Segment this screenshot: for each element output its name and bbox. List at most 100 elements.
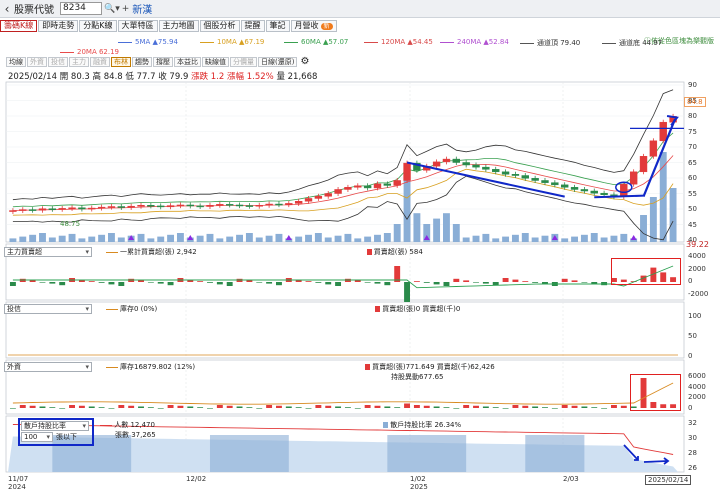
volume-bar bbox=[9, 238, 17, 242]
volume-bar bbox=[659, 152, 667, 242]
candle-body bbox=[649, 140, 658, 157]
volume-bar bbox=[98, 234, 106, 242]
price-tick: 70 bbox=[688, 143, 697, 151]
volume-bar bbox=[39, 233, 46, 242]
candle-body bbox=[196, 205, 204, 208]
candle-body bbox=[403, 162, 411, 181]
panel1-bar bbox=[335, 282, 342, 286]
candle-body bbox=[176, 204, 185, 207]
panel1-cumulative-line bbox=[12, 265, 674, 289]
panel3-bar bbox=[542, 407, 548, 408]
panel3-bar bbox=[532, 406, 539, 408]
candle-body bbox=[511, 174, 520, 176]
panel3-bar bbox=[335, 406, 342, 408]
panel-tick: 0 bbox=[688, 352, 693, 360]
panel3-bar bbox=[551, 408, 558, 409]
retail-weekly-block bbox=[387, 435, 467, 472]
panel-tick: 4000 bbox=[688, 382, 706, 391]
candle-body bbox=[216, 204, 224, 206]
panel3-bar bbox=[226, 405, 233, 408]
panel1-bar bbox=[561, 278, 568, 282]
candle-body bbox=[28, 209, 37, 211]
panel1-bar bbox=[591, 282, 598, 284]
panel3-bar bbox=[246, 407, 253, 408]
panel1-bar bbox=[29, 280, 36, 282]
panel1-legend-2-text: 買賣超(張) 584 bbox=[373, 248, 423, 256]
panel2-legend-1-text: 庫存0 (0%) bbox=[120, 305, 158, 313]
breakout-arrow-line bbox=[642, 118, 677, 198]
candle-body bbox=[38, 208, 47, 211]
panel3-bar bbox=[98, 407, 105, 408]
volume-bar bbox=[236, 234, 243, 242]
ma20-line bbox=[12, 155, 674, 211]
panel-tick: 30 bbox=[688, 434, 697, 442]
panel1-bar bbox=[118, 282, 125, 286]
bollinger-upper-line bbox=[12, 89, 674, 201]
threshold-select[interactable]: 100 bbox=[21, 432, 53, 442]
volume-bar bbox=[472, 235, 480, 242]
panel3-bar bbox=[443, 407, 450, 408]
panel3-bar bbox=[364, 405, 371, 408]
panel3-bar bbox=[354, 408, 361, 409]
volume-bar bbox=[393, 224, 401, 242]
panel3-bar bbox=[216, 405, 223, 408]
candle-body bbox=[659, 121, 667, 142]
panel3-legend-2-text: 買賣超(張)771.649 買賣超(千)62,426 bbox=[372, 363, 495, 371]
panel3-bar bbox=[571, 405, 578, 408]
panel1-bar bbox=[197, 281, 204, 282]
candle-body bbox=[107, 206, 116, 208]
panel3-bar bbox=[157, 408, 164, 409]
panel4-legend-2: 張數 37,265 bbox=[115, 431, 156, 439]
panel1-bar bbox=[502, 278, 509, 282]
candle-body bbox=[354, 185, 362, 188]
panel3-bar bbox=[236, 406, 243, 408]
panel1-bar bbox=[522, 281, 529, 282]
panel3-bar bbox=[581, 406, 588, 408]
ma60-line bbox=[12, 132, 674, 208]
threshold-unit: 張以下 bbox=[56, 433, 77, 441]
volume-bar bbox=[482, 233, 490, 242]
candle-body bbox=[78, 207, 86, 210]
panel1-bar bbox=[49, 282, 56, 284]
candle-body bbox=[393, 180, 401, 186]
panel3-bar bbox=[611, 405, 617, 408]
candle-body bbox=[314, 196, 323, 199]
panel3-bar bbox=[344, 407, 351, 408]
volume-bar bbox=[571, 236, 578, 242]
candle-body bbox=[531, 178, 539, 181]
candle-body bbox=[255, 205, 263, 207]
panel-tick: 0 bbox=[688, 404, 693, 412]
candle-body bbox=[501, 171, 510, 175]
panel1-bar bbox=[266, 282, 273, 284]
panel-tick: 32 bbox=[688, 419, 697, 427]
candle-body bbox=[472, 164, 480, 168]
volume-bar bbox=[58, 235, 66, 242]
panel1-bar bbox=[443, 282, 450, 286]
panel3-bar bbox=[394, 407, 401, 408]
panel4-select[interactable]: 散戶持股比率 bbox=[21, 421, 89, 431]
panel3-bar bbox=[374, 405, 381, 408]
panel3-bar bbox=[167, 405, 174, 408]
candle-body bbox=[9, 210, 17, 212]
candle-body bbox=[235, 204, 244, 207]
volume-bar bbox=[443, 213, 450, 242]
panel2-select[interactable]: 投信 bbox=[4, 304, 92, 314]
volume-bar bbox=[374, 234, 381, 242]
panel3-bar bbox=[620, 405, 627, 408]
panel3-bar bbox=[473, 405, 479, 408]
volume-bar bbox=[275, 233, 283, 242]
panel3-bar bbox=[433, 406, 440, 408]
volume-bar bbox=[216, 238, 224, 242]
candle-body bbox=[275, 203, 283, 206]
panel1-select[interactable]: 主力買賣超 bbox=[4, 247, 92, 257]
panel1-bar bbox=[157, 282, 164, 284]
panel4-legend-1: 人數 12,470 bbox=[100, 420, 155, 430]
candle-body bbox=[344, 187, 352, 190]
volume-bar bbox=[354, 238, 362, 242]
volume-bar bbox=[580, 234, 588, 242]
volume-bar bbox=[245, 233, 253, 242]
panel-tick: -2000 bbox=[688, 290, 709, 298]
panel3-select[interactable]: 外資 bbox=[4, 362, 92, 372]
volume-bar bbox=[521, 233, 529, 242]
volume-bar bbox=[305, 234, 312, 242]
